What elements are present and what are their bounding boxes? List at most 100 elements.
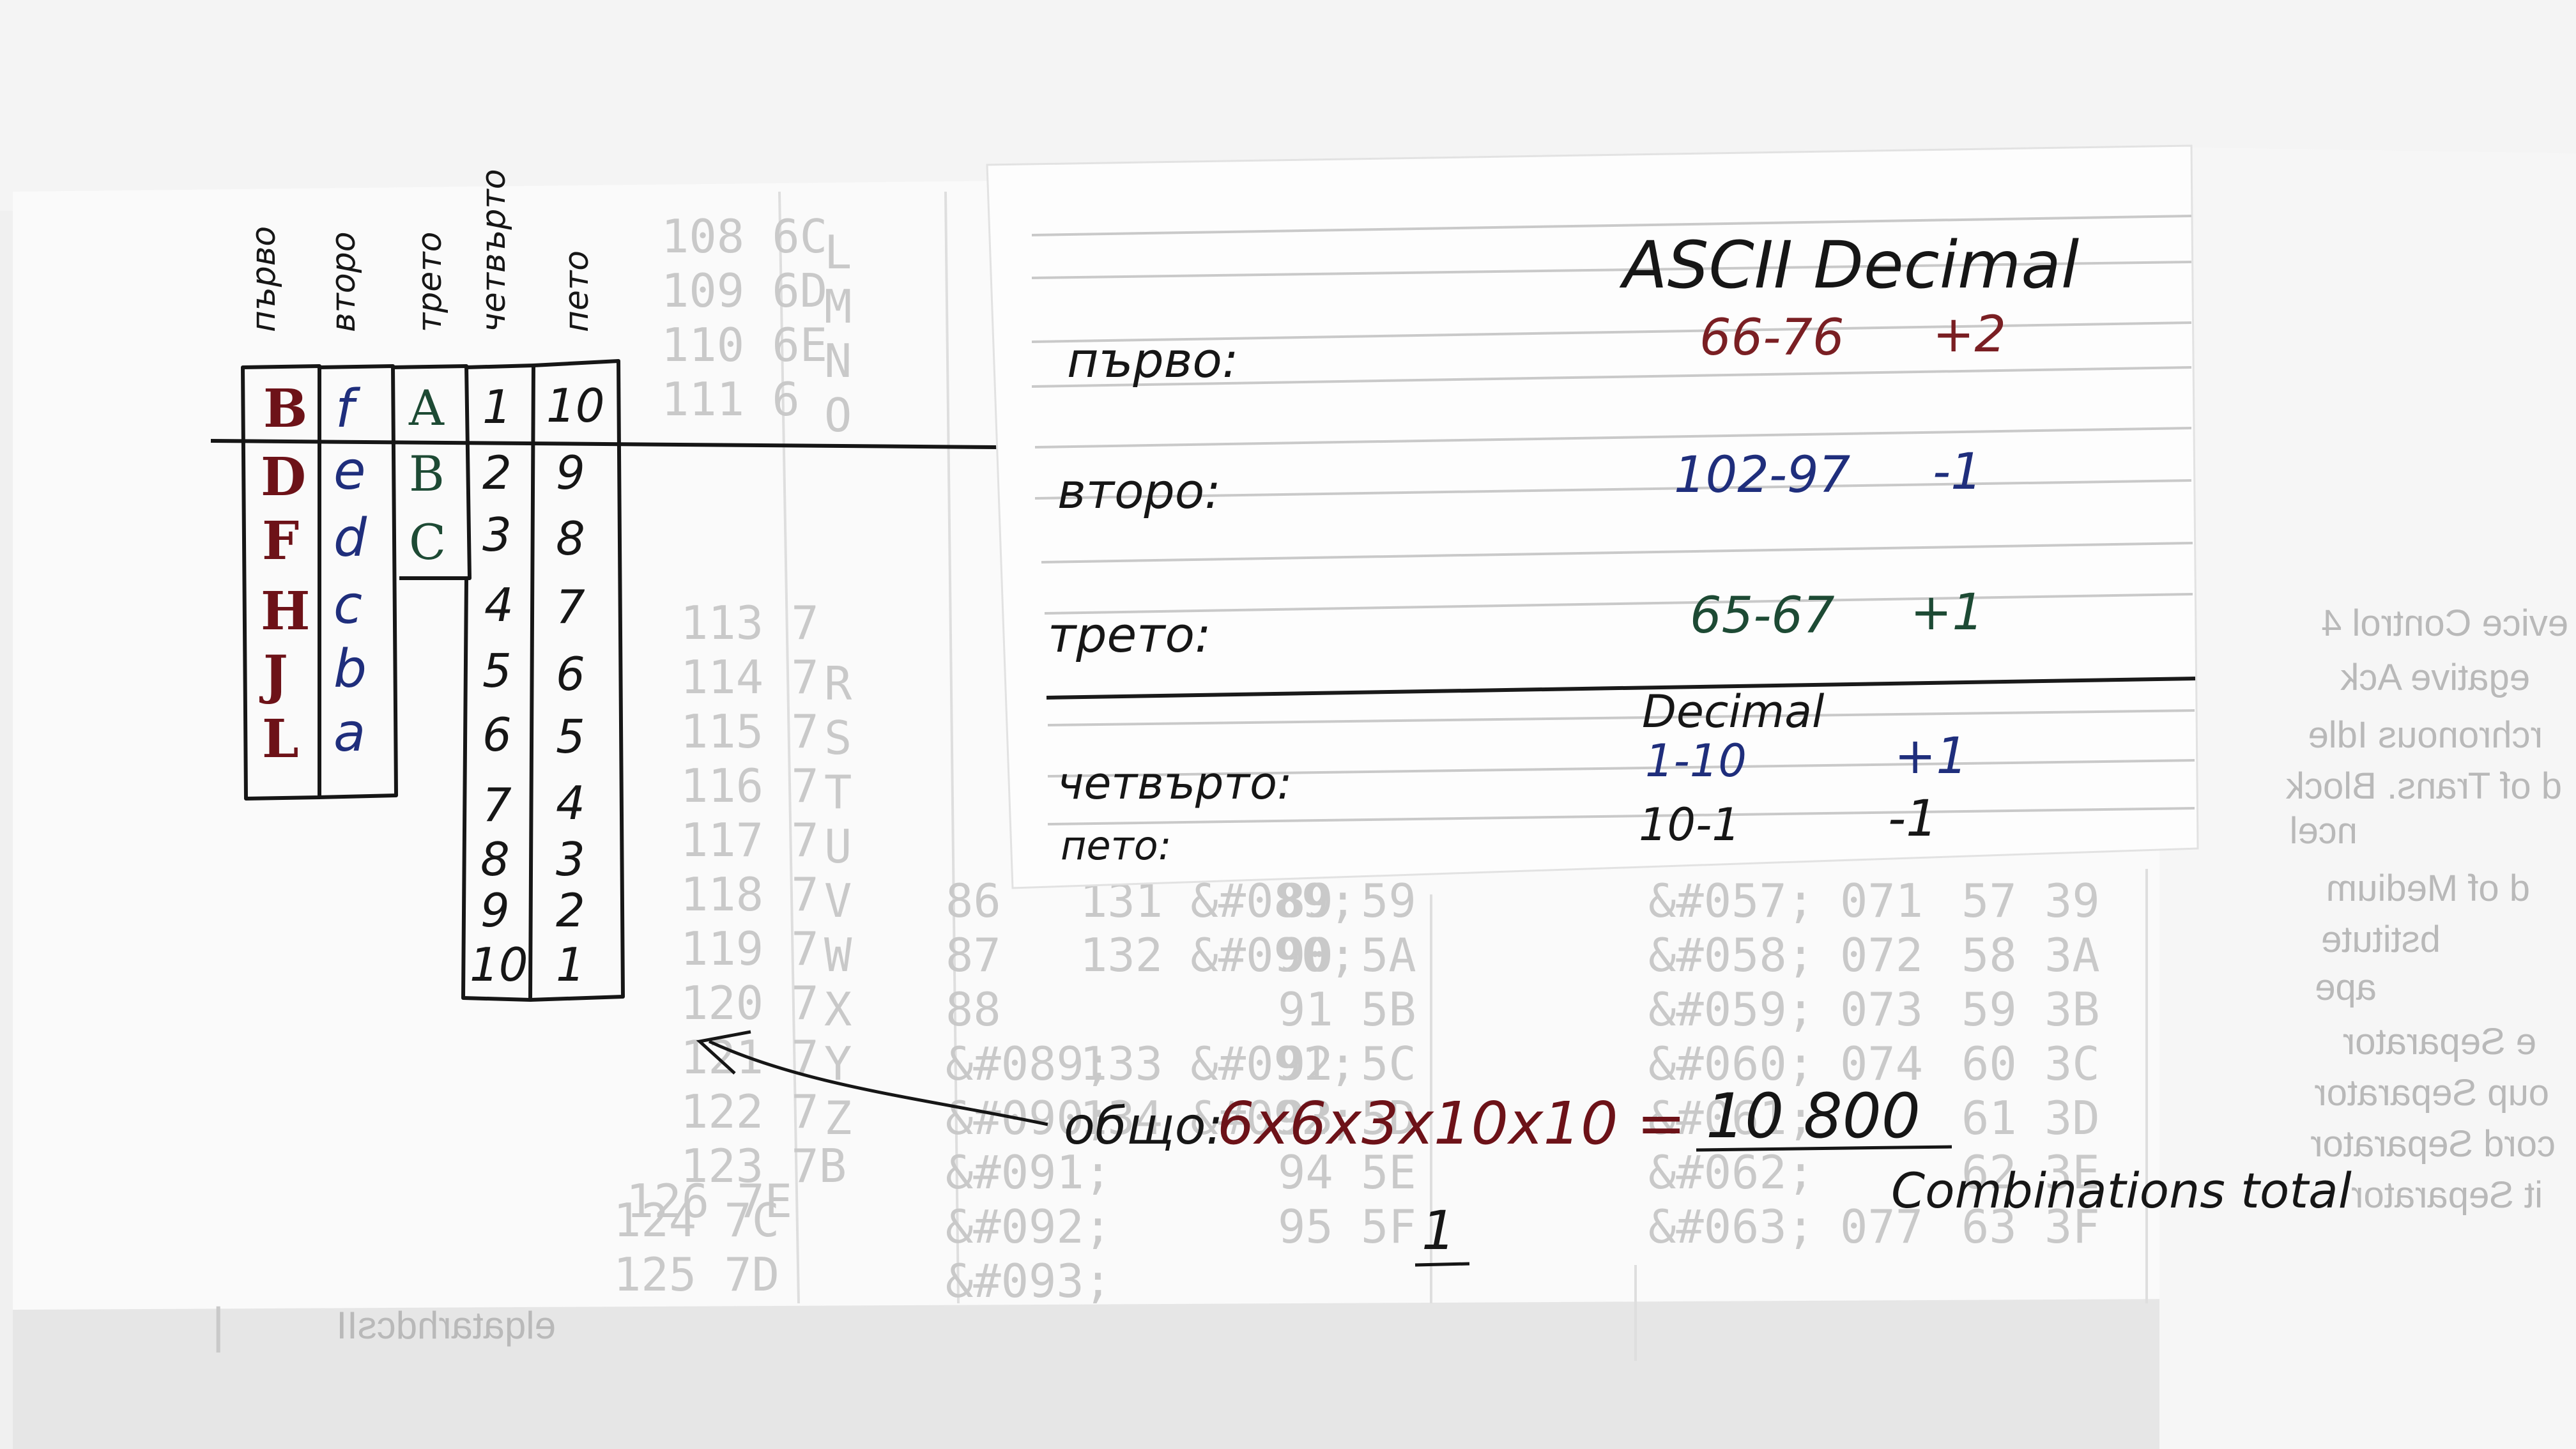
- card-range-treto: 65-67: [1690, 587, 1835, 645]
- col1-row2: D: [261, 447, 306, 508]
- svg-text:115 7: 115 7: [680, 705, 819, 758]
- svg-text:|: |: [204, 1299, 232, 1353]
- svg-text:O: O: [824, 388, 852, 442]
- svg-text:cord Separator: cord Separator: [2310, 1123, 2556, 1165]
- col4-row3: 3: [482, 508, 512, 562]
- svg-text:it Separator: it Separator: [2351, 1174, 2543, 1216]
- svg-text:&#059;: &#059;: [1648, 983, 1814, 1036]
- card-label-peto: пето:: [1061, 822, 1172, 869]
- formula-caption: Combinations total: [1891, 1162, 2352, 1219]
- col4-row1: 1: [482, 380, 512, 434]
- svg-text:L: L: [824, 226, 852, 279]
- svg-text:61 3D: 61 3D: [1961, 1091, 2100, 1145]
- card-step-chetvarto: +1: [1894, 728, 1968, 785]
- card-subheading: Decimal: [1642, 686, 1825, 738]
- card-range-chetvarto: 1-10: [1645, 735, 1747, 787]
- card-heading: ASCII Decimal: [1619, 227, 2079, 303]
- svg-text:92 5C: 92 5C: [1278, 1037, 1416, 1091]
- svg-text:rchronous Idle: rchronous Idle: [2308, 714, 2543, 756]
- col5-row7: 4: [556, 776, 585, 830]
- svg-text:125 7D: 125 7D: [613, 1248, 779, 1301]
- svg-text:bstitute: bstitute: [2321, 919, 2441, 960]
- svg-text:59 3B: 59 3B: [1961, 983, 2100, 1036]
- col5-row10: 1: [556, 938, 585, 992]
- svg-text:M: M: [824, 280, 852, 334]
- svg-text:oup Separator: oup Separator: [2314, 1072, 2549, 1114]
- svg-text:60 3C: 60 3C: [1961, 1037, 2100, 1091]
- svg-text:&#093;: &#093;: [946, 1254, 1112, 1308]
- col4-row9: 9: [480, 884, 510, 937]
- header-vtoro: второ: [325, 231, 363, 332]
- formula-prefix: общо:: [1064, 1096, 1223, 1156]
- svg-text:113 7: 113 7: [680, 596, 819, 650]
- col5-row4: 7: [556, 580, 585, 634]
- svg-text:&#057;: &#057;: [1648, 874, 1814, 928]
- footer-mirror: elqatarhdcsII: [336, 1304, 556, 1347]
- card-step-vtoro: -1: [1933, 443, 1982, 501]
- svg-text:W: W: [824, 928, 852, 982]
- col4-row4: 4: [484, 578, 514, 632]
- svg-text:d of Trans. Block: d of Trans. Block: [2285, 765, 2562, 807]
- col5-row9: 2: [556, 884, 585, 937]
- svg-text:90 5A: 90 5A: [1278, 928, 1416, 982]
- svg-text:116 7: 116 7: [680, 759, 819, 813]
- mark-underline: [1414, 1262, 1470, 1267]
- card-range-vtoro: 102-97: [1674, 447, 1850, 504]
- formula-expression: 6x6x3x10x10 =: [1217, 1089, 1686, 1158]
- col2-row6: a: [334, 703, 365, 763]
- formula-mark: 1: [1422, 1199, 1455, 1262]
- svg-text:110 6E: 110 6E: [661, 318, 827, 372]
- col4-row10: 10: [470, 938, 528, 992]
- svg-text:91 5B: 91 5B: [1278, 983, 1416, 1036]
- card-step-peto: -1: [1888, 790, 1938, 848]
- card-label-vtoro: второ:: [1057, 463, 1221, 519]
- svg-text:U: U: [824, 820, 852, 873]
- svg-text:58 3A: 58 3A: [1961, 928, 2100, 982]
- svg-text:ape: ape: [2315, 967, 2377, 1008]
- col2-row4: c: [334, 575, 362, 636]
- svg-text:d of Medium: d of Medium: [2326, 868, 2530, 909]
- col5-row6: 5: [556, 710, 585, 763]
- svg-text:88: 88: [946, 983, 1001, 1036]
- header-treto: трето: [411, 232, 449, 332]
- col5-row3: 8: [556, 512, 585, 565]
- col2-row5: b: [334, 639, 367, 700]
- svg-text:111 6: 111 6: [661, 372, 800, 426]
- col3-row2: B: [409, 445, 445, 502]
- col1-row5: J: [259, 645, 288, 706]
- col1-row4: H: [261, 581, 310, 642]
- col5-row2: 9: [556, 446, 585, 500]
- col1-row3: F: [262, 510, 299, 572]
- col4-row5: 5: [482, 644, 512, 698]
- col5-row5: 6: [556, 647, 585, 701]
- svg-text:071: 071: [1840, 874, 1923, 928]
- card-step-parvo: +2: [1933, 306, 2006, 364]
- col5-row8: 3: [556, 832, 585, 886]
- svg-text:126 7E: 126 7E: [626, 1174, 792, 1228]
- formula-total: 10 800: [1706, 1080, 1920, 1152]
- svg-text:&#058;: &#058;: [1648, 928, 1814, 982]
- svg-text:118 7: 118 7: [680, 868, 819, 921]
- mirror-line-1: evice Control 4: [2321, 602, 2568, 644]
- svg-text:120 7: 120 7: [680, 976, 819, 1030]
- svg-text:&#092;: &#092;: [946, 1200, 1112, 1254]
- svg-text:073: 073: [1840, 983, 1923, 1036]
- svg-text:119 7: 119 7: [680, 922, 819, 976]
- svg-text:89 59: 89 59: [1278, 874, 1416, 928]
- svg-text:109 6D: 109 6D: [661, 264, 827, 318]
- card-range-parvo: 66-76: [1699, 309, 1844, 367]
- svg-text:86: 86: [946, 874, 1001, 928]
- svg-text:95 5F: 95 5F: [1278, 1200, 1416, 1254]
- col2-row2: e: [334, 441, 365, 502]
- card-range-peto: 10-1: [1639, 799, 1740, 851]
- svg-text:ncel: ncel: [2290, 810, 2358, 852]
- svg-text:X: X: [824, 983, 852, 1036]
- svg-text:S: S: [824, 711, 852, 765]
- svg-text:87: 87: [946, 928, 1001, 982]
- svg-text:N: N: [824, 334, 852, 388]
- svg-text:122 7: 122 7: [680, 1085, 819, 1138]
- photo-scene: 108 6C 109 6D 110 6E 111 6 113 7 114 7 1…: [0, 0, 2576, 1449]
- header-peto: пето: [558, 250, 596, 332]
- card-label-treto: трето:: [1048, 606, 1211, 663]
- col4-row2: 2: [482, 446, 512, 500]
